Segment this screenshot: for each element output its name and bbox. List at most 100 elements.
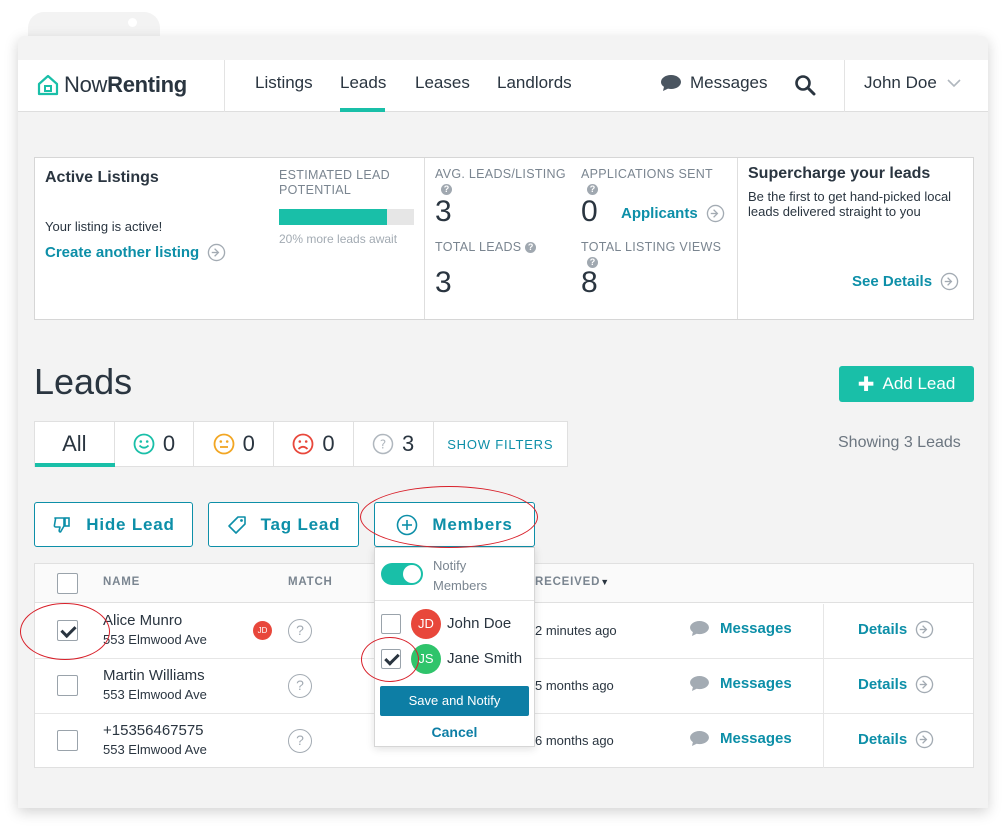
- match-unknown-icon: ?: [288, 729, 312, 753]
- nav-messages[interactable]: Messages: [660, 73, 767, 93]
- col-name[interactable]: NAME: [103, 576, 140, 588]
- help-icon[interactable]: ?: [587, 184, 598, 195]
- save-and-notify-button[interactable]: Save and Notify: [380, 686, 529, 716]
- active-listings-title: Active Listings: [45, 169, 159, 186]
- arrow-circle-right-icon: [706, 204, 724, 223]
- sad-face-icon: [292, 433, 314, 455]
- details-link[interactable]: Details: [858, 675, 934, 694]
- row-checkbox[interactable]: [57, 675, 78, 696]
- filter-all[interactable]: All: [35, 422, 115, 467]
- notify-toggle[interactable]: [381, 563, 423, 585]
- lead-name[interactable]: Alice Munro: [103, 612, 182, 629]
- details-label: Details: [858, 731, 908, 748]
- row-checkbox[interactable]: [57, 730, 78, 751]
- messages-link[interactable]: Messages: [689, 730, 792, 747]
- applications-sent-value: 0: [581, 195, 598, 228]
- messages-link[interactable]: Messages: [689, 620, 792, 637]
- help-icon[interactable]: ?: [441, 184, 452, 195]
- page-title: Leads: [34, 361, 133, 402]
- create-listing-link[interactable]: Create another listing: [45, 243, 226, 262]
- tag-lead-label: Tag Lead: [260, 514, 341, 534]
- lead-address: 553 Elmwood Ave: [103, 742, 207, 757]
- lead-potential-fill: [279, 209, 387, 225]
- lead-potential-note: 20% more leads await: [279, 232, 398, 246]
- stats-panel: Active Listings Your listing is active! …: [34, 157, 974, 320]
- user-menu[interactable]: John Doe: [864, 73, 961, 93]
- received-time: 5 months ago: [535, 678, 614, 693]
- row-divider: [823, 714, 824, 768]
- member-name: Jane Smith: [447, 650, 523, 667]
- filter-unknown[interactable]: ? 3: [354, 422, 434, 466]
- dropdown-divider: [375, 600, 534, 601]
- add-lead-button[interactable]: ✚ Add Lead: [839, 366, 974, 402]
- nav-leases[interactable]: Leases: [415, 73, 470, 93]
- filter-happy-count: 0: [162, 431, 176, 456]
- listing-views-label: TOTAL LISTING VIEWS: [581, 240, 722, 254]
- arrow-circle-right-icon: [207, 243, 226, 262]
- notify-members-label: Notify Members: [433, 558, 488, 593]
- total-leads-label-text: TOTAL LEADS: [435, 240, 522, 254]
- nav-listings[interactable]: Listings: [255, 73, 313, 93]
- select-all-checkbox[interactable]: [57, 573, 78, 594]
- promo-title: Supercharge your leads: [748, 165, 931, 182]
- brand-logo[interactable]: Now Renting: [36, 70, 187, 100]
- filter-unknown-count: 3: [402, 431, 415, 456]
- received-time: 2 minutes ago: [535, 623, 617, 638]
- col-received[interactable]: RECEIVED▼: [535, 576, 610, 588]
- messages-label: Messages: [720, 620, 792, 637]
- lead-name[interactable]: +15356467575: [103, 722, 204, 739]
- user-name: John Doe: [864, 73, 937, 92]
- applicants-link[interactable]: Applicants: [621, 204, 725, 223]
- happy-face-icon: [133, 433, 155, 455]
- match-unknown-icon: ?: [288, 674, 312, 698]
- nav-leads[interactable]: Leads: [340, 73, 386, 93]
- messages-link[interactable]: Messages: [689, 675, 792, 692]
- details-label: Details: [858, 621, 908, 638]
- details-link[interactable]: Details: [858, 620, 934, 639]
- brand-name-b: Renting: [107, 72, 187, 97]
- arrow-circle-right-icon: [940, 272, 959, 291]
- help-icon[interactable]: ?: [525, 242, 537, 254]
- details-label: Details: [858, 676, 908, 693]
- nav-landlords[interactable]: Landlords: [497, 73, 572, 93]
- nav-divider: [224, 60, 225, 112]
- nav-messages-label: Messages: [690, 73, 768, 92]
- sort-desc-icon: ▼: [600, 577, 610, 587]
- lead-address: 553 Elmwood Ave: [103, 687, 207, 702]
- filter-happy[interactable]: 0: [115, 422, 195, 466]
- show-filters-button[interactable]: SHOW FILTERS: [434, 422, 568, 466]
- top-navbar: Now Renting Listings Leads Leases Landlor…: [18, 60, 988, 112]
- stats-divider: [737, 158, 738, 319]
- hide-lead-button[interactable]: Hide Lead: [34, 502, 193, 547]
- neutral-face-icon: [213, 433, 235, 455]
- arrow-circle-right-icon: [915, 675, 934, 694]
- received-time: 6 months ago: [535, 733, 614, 748]
- chat-bubble-icon: [690, 620, 709, 637]
- see-details-link[interactable]: See Details: [852, 272, 959, 291]
- applicants-label: Applicants: [621, 205, 698, 222]
- cancel-button[interactable]: Cancel: [375, 724, 534, 740]
- filter-neutral[interactable]: 0: [194, 422, 275, 466]
- details-link[interactable]: Details: [858, 730, 934, 749]
- match-unknown-icon: ?: [288, 619, 312, 643]
- promo-text: Be the first to get hand-picked local le…: [748, 189, 952, 219]
- annotation-circle-members-button: [360, 486, 538, 548]
- search-icon[interactable]: [794, 74, 816, 96]
- total-leads-label: TOTAL LEADS ?: [435, 240, 537, 255]
- messages-label: Messages: [720, 675, 792, 692]
- member-checkbox-john-doe[interactable]: [381, 614, 401, 634]
- tag-icon: [227, 515, 246, 534]
- lead-potential-bar: [279, 209, 414, 225]
- hide-lead-label: Hide Lead: [86, 514, 175, 534]
- filter-sad-count: 0: [322, 431, 335, 456]
- col-match[interactable]: MATCH: [288, 576, 333, 588]
- brand-name-a: Now: [64, 72, 108, 97]
- avg-leads-label: AVG. LEADS/LISTING: [435, 167, 566, 181]
- row-divider: [823, 604, 824, 658]
- tag-lead-button[interactable]: Tag Lead: [208, 502, 359, 547]
- filter-sad[interactable]: 0: [274, 422, 354, 466]
- active-nav-indicator: [340, 108, 385, 112]
- lead-name[interactable]: Martin Williams: [103, 667, 205, 684]
- messages-label: Messages: [720, 730, 792, 747]
- applications-sent-label: APPLICATIONS SENT: [581, 167, 713, 181]
